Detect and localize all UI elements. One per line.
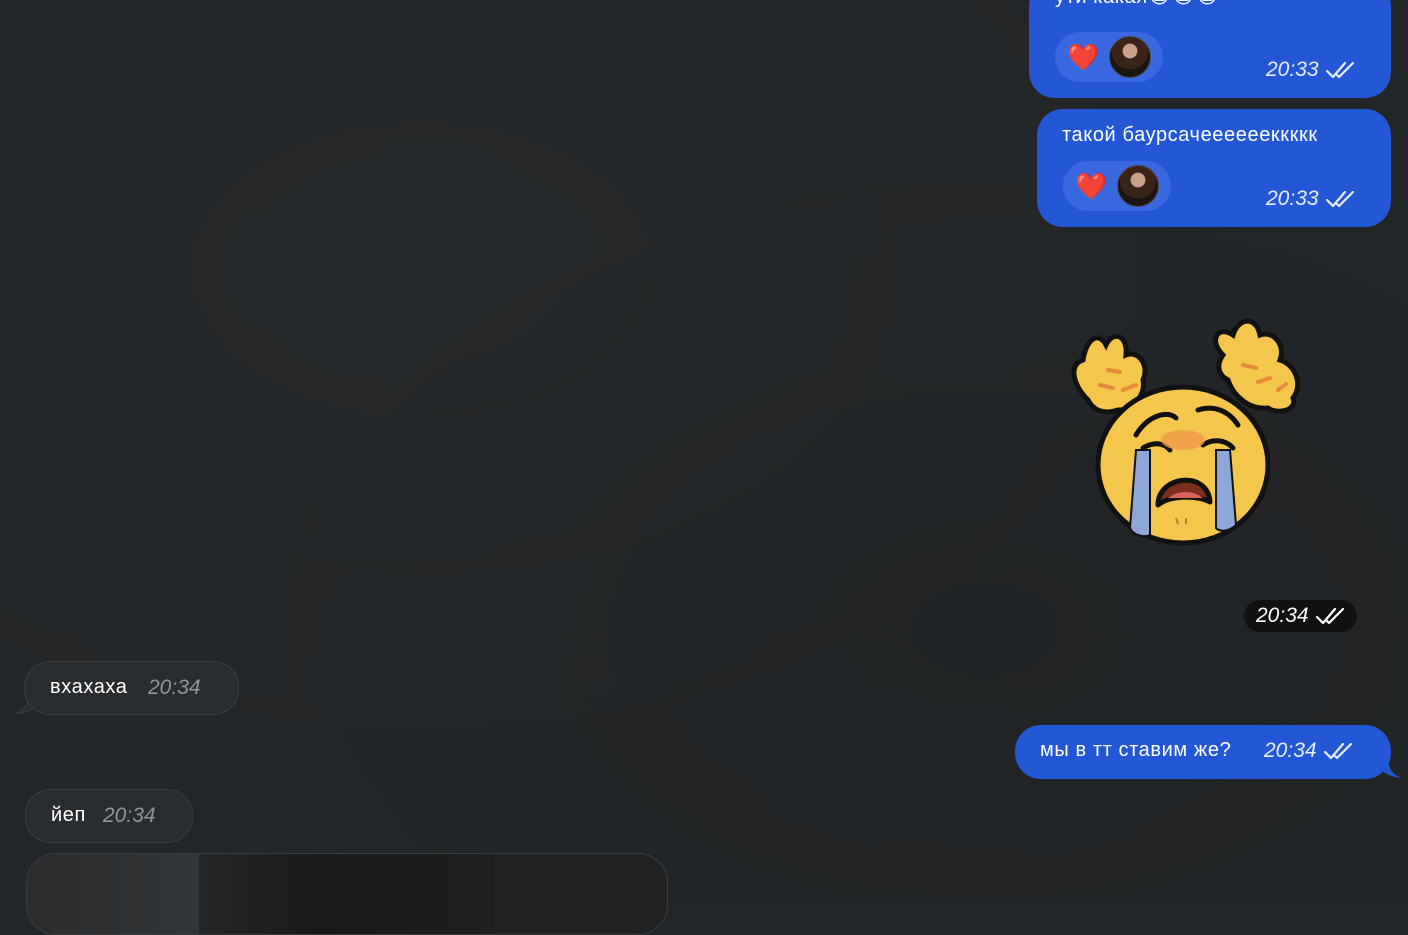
double-check-icon xyxy=(1315,606,1347,626)
outgoing-message[interactable]: такой баурсачееееееккккк ❤️ 20:33 xyxy=(1037,109,1391,227)
heart-icon: ❤️ xyxy=(1067,42,1100,72)
crying-emoji-sticker[interactable] xyxy=(1058,310,1308,555)
sticker-meta: 20:34 xyxy=(1244,600,1357,632)
double-check-icon xyxy=(1323,741,1355,761)
media-preview xyxy=(27,854,207,934)
outgoing-message[interactable]: мы в тт ставим же? 20:34 xyxy=(1015,725,1391,779)
message-meta: 20:33 xyxy=(1266,187,1357,211)
outgoing-message[interactable]: ути какая😭😭😭 ❤️ 20:33 xyxy=(1029,0,1391,98)
message-text: вхахаха xyxy=(50,676,128,698)
message-meta: 20:34 xyxy=(1264,739,1355,763)
avatar xyxy=(1109,36,1152,78)
reaction-pill[interactable]: ❤️ xyxy=(1055,32,1163,82)
message-time: 20:34 xyxy=(103,804,156,827)
reaction-pill[interactable]: ❤️ xyxy=(1063,161,1171,211)
message-time: 20:34 xyxy=(1264,739,1317,762)
message-text: такой баурсачееееееккккк xyxy=(1062,124,1318,146)
message-time: 20:33 xyxy=(1266,58,1319,81)
double-check-icon xyxy=(1325,60,1357,80)
message-time: 20:34 xyxy=(1256,604,1309,627)
media-preview xyxy=(199,854,495,934)
incoming-message[interactable]: вхахаха 20:34 xyxy=(24,661,239,715)
message-meta: 20:33 xyxy=(1266,58,1357,82)
incoming-message[interactable]: йеп 20:34 xyxy=(25,789,193,843)
message-text: мы в тт ставим же? xyxy=(1040,739,1232,761)
avatar xyxy=(1117,165,1160,207)
double-check-icon xyxy=(1325,189,1357,209)
message-time: 20:34 xyxy=(148,676,201,699)
message-text: ути какая😭😭😭 xyxy=(1055,0,1220,9)
message-time: 20:33 xyxy=(1266,187,1319,210)
incoming-media-message[interactable] xyxy=(26,853,668,935)
message-text: йеп xyxy=(51,804,86,826)
heart-icon: ❤️ xyxy=(1075,171,1108,201)
